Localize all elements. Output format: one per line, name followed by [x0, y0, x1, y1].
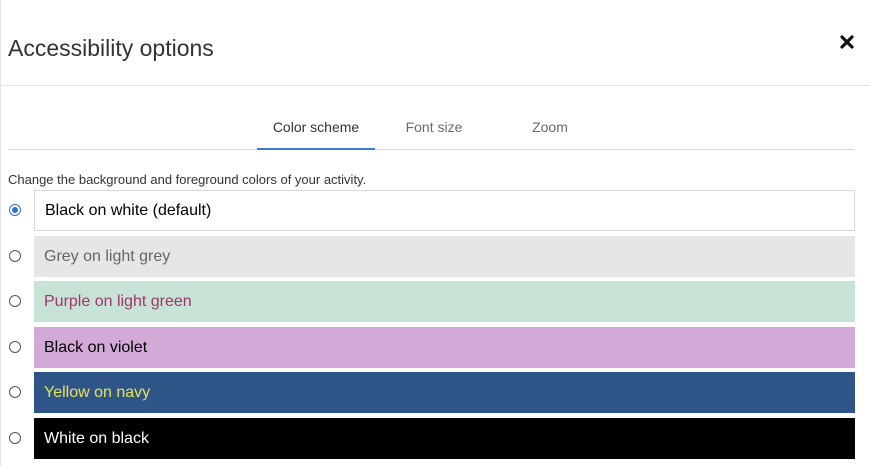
swatch-white-on-black: White on black [34, 418, 855, 459]
tab-font-size[interactable]: Font size [375, 106, 493, 149]
instructions-text: Change the background and foreground col… [8, 172, 367, 187]
option-black-on-violet[interactable]: Black on violet [1, 327, 870, 368]
swatch-yellow-on-navy: Yellow on navy [34, 372, 855, 413]
dialog-header: Accessibility options [1, 0, 870, 86]
option-purple-on-light-green[interactable]: Purple on light green [1, 281, 870, 322]
swatch-black-on-white: Black on white (default) [34, 190, 855, 231]
option-yellow-on-navy[interactable]: Yellow on navy [1, 372, 870, 413]
radio-black-on-white[interactable] [9, 204, 21, 216]
radio-yellow-on-navy[interactable] [9, 386, 21, 398]
close-icon [840, 35, 854, 49]
swatch-purple-on-light-green: Purple on light green [34, 281, 855, 322]
radio-purple-on-light-green[interactable] [9, 295, 21, 307]
radio-white-on-black[interactable] [9, 432, 21, 444]
close-button[interactable] [835, 30, 859, 54]
swatch-black-on-violet: Black on violet [34, 327, 855, 368]
radio-black-on-violet[interactable] [9, 341, 21, 353]
option-grey-on-light-grey[interactable]: Grey on light grey [1, 236, 870, 277]
accessibility-dialog: Accessibility options Color scheme Font … [0, 0, 870, 466]
tab-color-scheme[interactable]: Color scheme [257, 106, 375, 150]
swatch-grey-on-light-grey: Grey on light grey [34, 236, 855, 277]
radio-grey-on-light-grey[interactable] [9, 250, 21, 262]
option-black-on-white[interactable]: Black on white (default) [1, 190, 870, 231]
tab-bar: Color scheme Font size Zoom [8, 106, 854, 150]
dialog-title: Accessibility options [8, 35, 214, 61]
tab-zoom[interactable]: Zoom [491, 106, 609, 149]
option-white-on-black[interactable]: White on black [1, 418, 870, 459]
